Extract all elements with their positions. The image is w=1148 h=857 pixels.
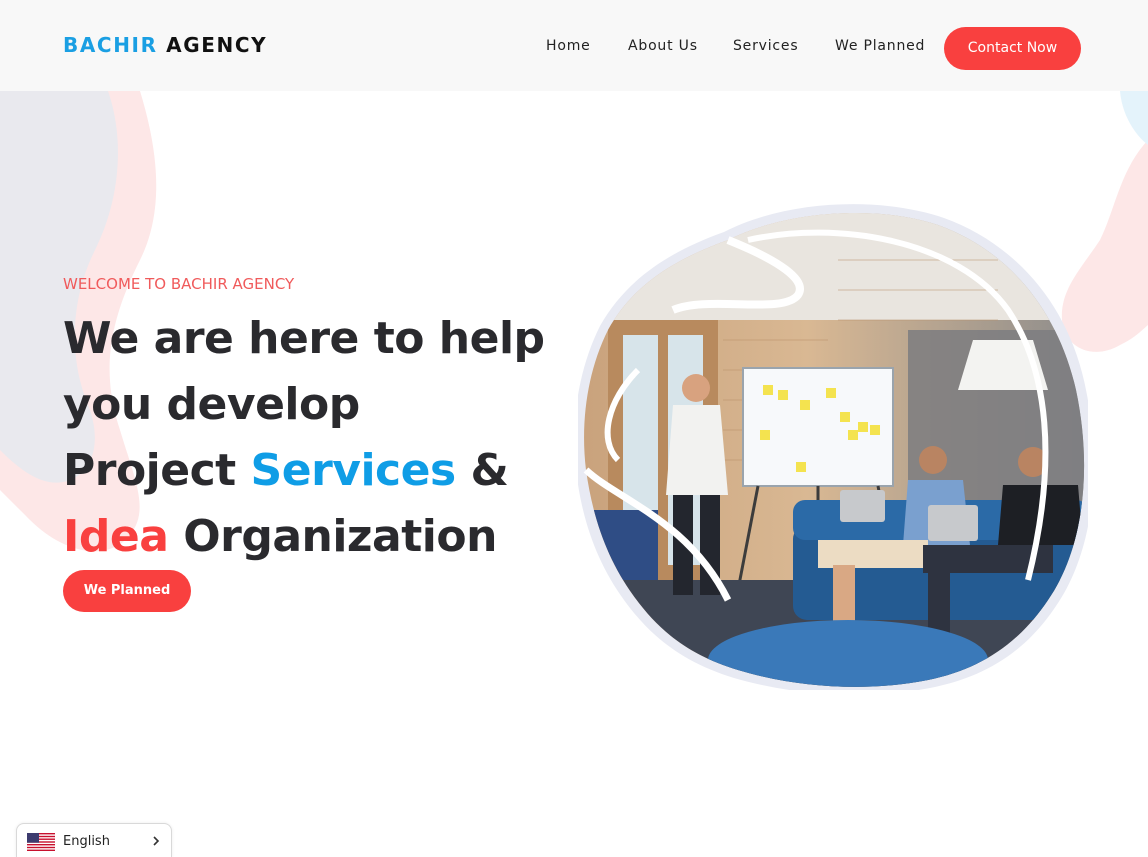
headline-word-organization: Organization [183, 511, 497, 562]
headline-line-2: you develop [63, 379, 360, 430]
logo-text-secondary: AGENCY [166, 33, 268, 57]
page: BACHIR AGENCY Home About Us Services We … [0, 0, 1148, 857]
chevron-right-icon [153, 836, 160, 846]
contact-now-button[interactable]: Contact Now [944, 27, 1081, 70]
nav-about-us[interactable]: About Us [628, 37, 698, 55]
welcome-tagline: WELCOME TO BACHIR AGENCY [63, 275, 295, 293]
hero-headline: We are here to help you develop Project … [63, 306, 583, 570]
logo-text-primary: BACHIR [63, 33, 158, 57]
language-selector[interactable]: English [16, 823, 172, 857]
nav-services[interactable]: Services [733, 37, 798, 55]
headline-word-project: Project [63, 445, 236, 496]
presenter-head [682, 374, 710, 402]
nav-we-planned[interactable]: We Planned [835, 37, 925, 55]
headline-line-4: Idea Organization [63, 504, 583, 570]
we-planned-button[interactable]: We Planned [63, 570, 191, 612]
site-logo[interactable]: BACHIR AGENCY [63, 33, 267, 57]
language-label: English [63, 834, 110, 849]
blue-blob-right [1120, 91, 1148, 145]
headline-line-1: We are here to help [63, 313, 545, 364]
nav-home[interactable]: Home [546, 37, 591, 55]
headline-word-idea: Idea [63, 511, 169, 562]
team-meeting-photo [578, 204, 1088, 690]
us-flag-icon [27, 833, 55, 851]
headline-line-3: Project Services & [63, 438, 583, 504]
site-header: BACHIR AGENCY Home About Us Services We … [0, 0, 1148, 91]
headline-ampersand: & [470, 445, 509, 496]
headline-word-services: Services [250, 445, 457, 496]
